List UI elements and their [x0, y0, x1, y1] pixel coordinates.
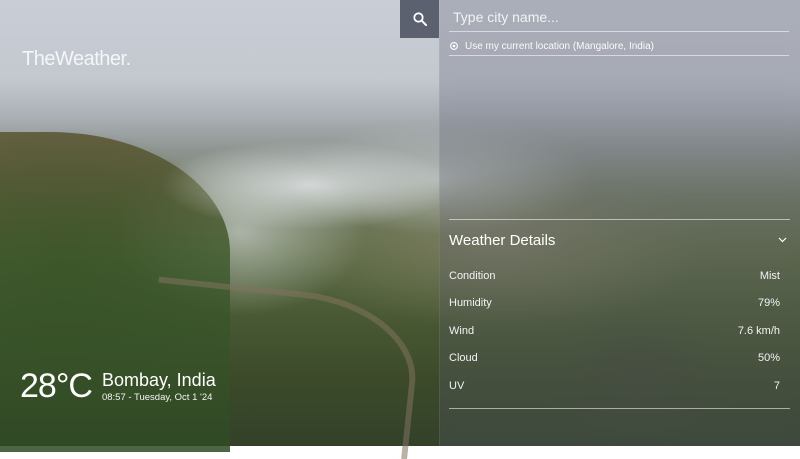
- brand-logo: TheWeather.: [22, 48, 131, 70]
- location-block: Bombay, India 08:57 - Tuesday, Oct 1 '24: [102, 366, 216, 405]
- detail-row-condition: Condition Mist: [449, 262, 780, 290]
- location-underline: [449, 55, 789, 56]
- detail-label: Cloud: [449, 352, 478, 365]
- location-target-icon: [450, 42, 458, 50]
- detail-row-wind: Wind 7.6 km/h: [449, 317, 780, 345]
- weather-details-list: Condition Mist Humidity 79% Wind 7.6 km/…: [449, 262, 780, 400]
- detail-row-humidity: Humidity 79%: [449, 290, 780, 318]
- detail-value: 7.6 km/h: [737, 324, 780, 337]
- city-search-input[interactable]: [449, 4, 789, 30]
- details-title: Weather Details: [449, 232, 556, 249]
- detail-value: 79%: [757, 297, 780, 310]
- chevron-down-icon: [778, 237, 786, 243]
- detail-value: Mist: [759, 269, 780, 282]
- use-current-location-label: Use my current location (Mangalore, Indi…: [465, 40, 654, 52]
- detail-label: Humidity: [449, 297, 492, 310]
- detail-label: Condition: [449, 269, 496, 282]
- detail-label: Wind: [449, 324, 475, 337]
- collapse-details-button[interactable]: [776, 234, 788, 246]
- current-city: Bombay, India: [101, 370, 216, 390]
- search-underline: [449, 31, 789, 32]
- search-button[interactable]: [400, 0, 439, 38]
- current-datetime: 08:57 - Tuesday, Oct 1 '24: [101, 392, 213, 403]
- detail-value: 7: [773, 379, 780, 392]
- detail-row-uv: UV 7: [449, 372, 780, 400]
- detail-row-cloud: Cloud 50%: [449, 345, 780, 373]
- details-bottom-divider: [449, 408, 790, 409]
- current-weather-summary: 28°C Bombay, India 08:57 - Tuesday, Oct …: [20, 366, 216, 406]
- detail-value: 50%: [757, 352, 780, 365]
- background-mist: [160, 140, 460, 230]
- use-current-location-link[interactable]: Use my current location (Mangalore, Indi…: [449, 38, 789, 54]
- detail-label: UV: [449, 379, 465, 392]
- current-temperature: 28°C: [20, 367, 93, 405]
- search-icon: [412, 12, 427, 26]
- details-divider: [449, 219, 790, 220]
